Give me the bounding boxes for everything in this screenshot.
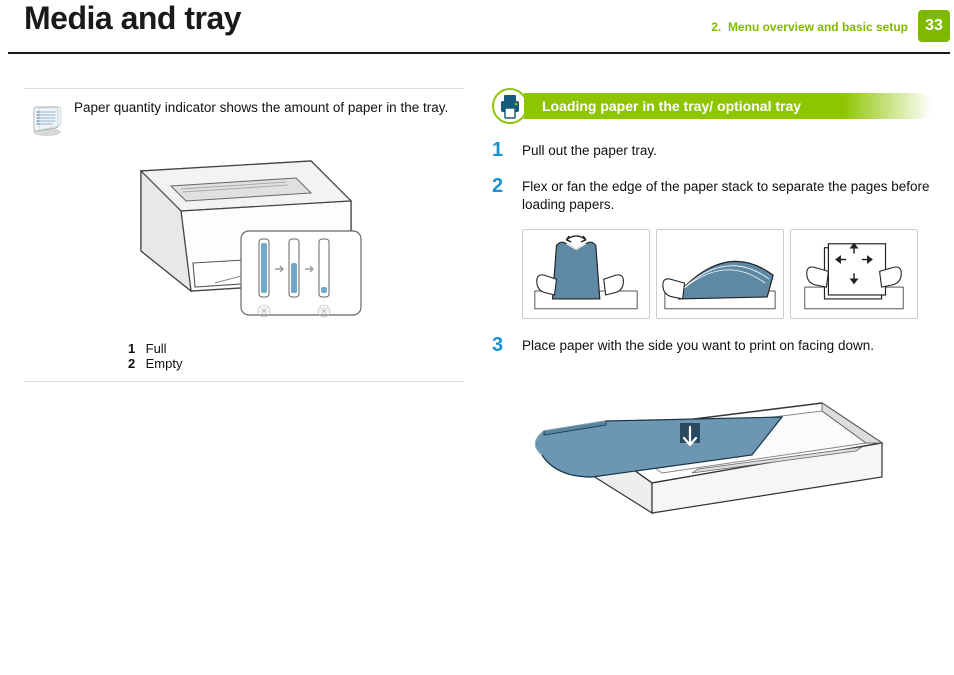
- page-header: Media and tray 2. Menu overview and basi…: [0, 0, 954, 50]
- step: 3 Place paper with the side you want to …: [492, 337, 932, 355]
- tray-figure: [522, 373, 902, 523]
- header-rule: [8, 52, 950, 54]
- printer-icon: [492, 88, 528, 124]
- legend-number: 1: [128, 341, 142, 356]
- align-paper-figure: [790, 229, 918, 319]
- legend-item: 1 Full: [128, 341, 458, 356]
- page-title: Media and tray: [24, 0, 241, 37]
- steps-list: 1 Pull out the paper tray. 2 Flex or fan…: [492, 142, 932, 523]
- fan-paper-figure: [656, 229, 784, 319]
- breadcrumb: 2. Menu overview and basic setup: [711, 20, 908, 34]
- step-number: 1: [492, 140, 522, 160]
- note-box: Paper quantity indicator shows the amoun…: [24, 88, 464, 382]
- body-columns: Paper quantity indicator shows the amoun…: [24, 88, 932, 523]
- figure-legend: 1 Full 2 Empty: [128, 341, 458, 371]
- section-title: Loading paper in the tray/ optional tray: [524, 93, 932, 119]
- legend-number: 2: [128, 356, 142, 371]
- note-icon: [30, 103, 64, 137]
- legend-item: 2 Empty: [128, 356, 458, 371]
- step-number: 3: [492, 335, 522, 355]
- section-header: Loading paper in the tray/ optional tray: [492, 88, 932, 124]
- flex-paper-figure: [522, 229, 650, 319]
- step-text: Flex or fan the edge of the paper stack …: [522, 178, 932, 214]
- note-text: Paper quantity indicator shows the amoun…: [74, 99, 458, 117]
- right-column: Loading paper in the tray/ optional tray…: [492, 88, 932, 523]
- legend-label: Empty: [146, 356, 183, 371]
- step-text: Place paper with the side you want to pr…: [522, 337, 932, 355]
- step: 2 Flex or fan the edge of the paper stac…: [492, 178, 932, 214]
- chapter-label: Menu overview and basic setup: [728, 20, 908, 34]
- step-text: Pull out the paper tray.: [522, 142, 932, 160]
- printer-figure: [101, 131, 381, 331]
- step2-figures: [522, 229, 932, 319]
- chapter-number: 2.: [711, 20, 721, 34]
- legend-label: Full: [146, 341, 167, 356]
- left-column: Paper quantity indicator shows the amoun…: [24, 88, 464, 523]
- step-number: 2: [492, 176, 522, 214]
- page-number-badge: 33: [918, 10, 950, 42]
- step: 1 Pull out the paper tray.: [492, 142, 932, 160]
